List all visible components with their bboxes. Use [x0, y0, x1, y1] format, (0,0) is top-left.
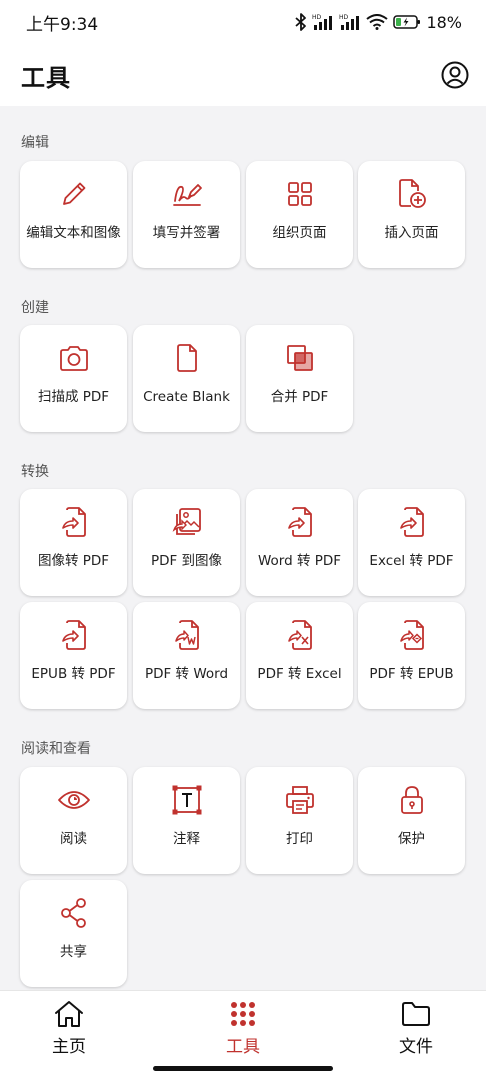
tool-pdf-to-excel[interactable]: PDF 转 Excel: [246, 602, 353, 709]
share-icon: [57, 896, 91, 930]
eye-icon: [57, 783, 91, 817]
tool-label: Create Blank: [143, 389, 230, 405]
tool-edit-text-image[interactable]: 编辑文本和图像: [20, 161, 127, 268]
tool-annotate[interactable]: 注释: [133, 767, 240, 874]
pencil-icon: [57, 177, 91, 211]
tool-insert-page[interactable]: 插入页面: [358, 161, 465, 268]
tool-label: PDF 转 Word: [144, 666, 229, 682]
tool-organize-pages[interactable]: 组织页面: [246, 161, 353, 268]
convert-file-icon: [283, 505, 317, 539]
tools-content: 编辑 编辑文本和图像 填写并签署 组织页面 插入页面 创建 扫描成 PDF Cr…: [0, 106, 486, 990]
camera-icon: [57, 341, 91, 375]
tool-image-to-pdf[interactable]: 图像转 PDF: [20, 489, 127, 596]
nav-label-files: 文件: [399, 1037, 433, 1057]
tool-label: 合并 PDF: [270, 389, 329, 405]
tool-label: 扫描成 PDF: [37, 389, 110, 405]
nav-label-tools: 工具: [226, 1037, 260, 1057]
tool-excel-to-pdf[interactable]: Excel 转 PDF: [358, 489, 465, 596]
blank-page-icon: [170, 341, 204, 375]
tool-label: 组织页面: [272, 225, 327, 241]
signal-icon: HD: [312, 14, 333, 30]
tool-read[interactable]: 阅读: [20, 767, 127, 874]
insert-page-icon: [395, 177, 429, 211]
battery-percent: 18%: [426, 12, 462, 32]
account-icon[interactable]: [441, 61, 469, 89]
app-bar: 工具: [0, 44, 486, 106]
tool-label: 阅读: [60, 831, 87, 847]
nav-tools[interactable]: 工具: [203, 999, 283, 1057]
signature-pen-icon: [170, 177, 204, 211]
annotate-icon: [170, 783, 204, 817]
tool-protect[interactable]: 保护: [358, 767, 465, 874]
grid-dots-icon: [231, 1002, 255, 1026]
epub-file-icon: [395, 618, 429, 652]
tool-merge-pdf[interactable]: 合并 PDF: [246, 325, 353, 432]
convert-file-icon: [57, 618, 91, 652]
tool-label: Word 转 PDF: [257, 553, 342, 569]
tool-label: 保护: [398, 831, 425, 847]
tool-print[interactable]: 打印: [246, 767, 353, 874]
nav-home[interactable]: 主页: [29, 999, 109, 1057]
tool-label: 图像转 PDF: [37, 553, 110, 569]
section-title-read: 阅读和查看: [21, 741, 91, 757]
tool-label: 打印: [286, 831, 313, 847]
tool-pdf-to-epub[interactable]: PDF 转 EPUB: [358, 602, 465, 709]
battery-icon: [393, 15, 421, 29]
tool-label: EPUB 转 PDF: [31, 666, 116, 682]
tool-pdf-to-image[interactable]: PDF 到图像: [133, 489, 240, 596]
tool-label: 编辑文本和图像: [26, 225, 121, 241]
wifi-icon: [366, 14, 389, 30]
tool-pdf-to-word[interactable]: PDF 转 Word: [133, 602, 240, 709]
section-title-create: 创建: [21, 300, 49, 316]
tool-label: PDF 转 Excel: [257, 666, 342, 682]
bluetooth-icon: [295, 13, 307, 31]
home-icon: [55, 1001, 83, 1027]
excel-file-icon: [283, 618, 317, 652]
tool-label: Excel 转 PDF: [369, 553, 454, 569]
signal-icon: HD: [339, 14, 360, 30]
tool-label: 插入页面: [384, 225, 439, 241]
tool-fill-sign[interactable]: 填写并签署: [133, 161, 240, 268]
tool-word-to-pdf[interactable]: Word 转 PDF: [246, 489, 353, 596]
section-title-convert: 转换: [21, 464, 49, 480]
tool-epub-to-pdf[interactable]: EPUB 转 PDF: [20, 602, 127, 709]
tool-share[interactable]: 共享: [20, 880, 127, 987]
tool-label: 共享: [60, 944, 87, 960]
tool-label: 注释: [173, 831, 200, 847]
status-time: 上午9:34: [26, 14, 99, 35]
folder-icon: [402, 1002, 430, 1026]
convert-file-icon: [395, 505, 429, 539]
word-file-icon: [170, 618, 204, 652]
section-title-edit: 编辑: [21, 135, 49, 151]
svg-text:HD: HD: [312, 14, 322, 21]
tool-create-blank[interactable]: Create Blank: [133, 325, 240, 432]
lock-icon: [395, 783, 429, 817]
tool-label: 填写并签署: [152, 225, 221, 241]
svg-text:HD: HD: [339, 14, 349, 21]
home-indicator[interactable]: [153, 1066, 333, 1071]
tool-label: PDF 到图像: [150, 553, 223, 569]
merge-icon: [283, 341, 317, 375]
grid-pages-icon: [283, 177, 317, 211]
nav-label-home: 主页: [52, 1037, 86, 1057]
printer-icon: [283, 783, 317, 817]
status-bar: 上午9:34 HD HD 18%: [0, 0, 486, 44]
status-icons: HD HD 18%: [295, 13, 462, 32]
nav-files[interactable]: 文件: [376, 999, 456, 1057]
tool-label: PDF 转 EPUB: [369, 666, 454, 682]
page-title: 工具: [21, 63, 71, 92]
convert-file-icon: [57, 505, 91, 539]
image-stack-icon: [170, 505, 204, 539]
tool-scan-pdf[interactable]: 扫描成 PDF: [20, 325, 127, 432]
